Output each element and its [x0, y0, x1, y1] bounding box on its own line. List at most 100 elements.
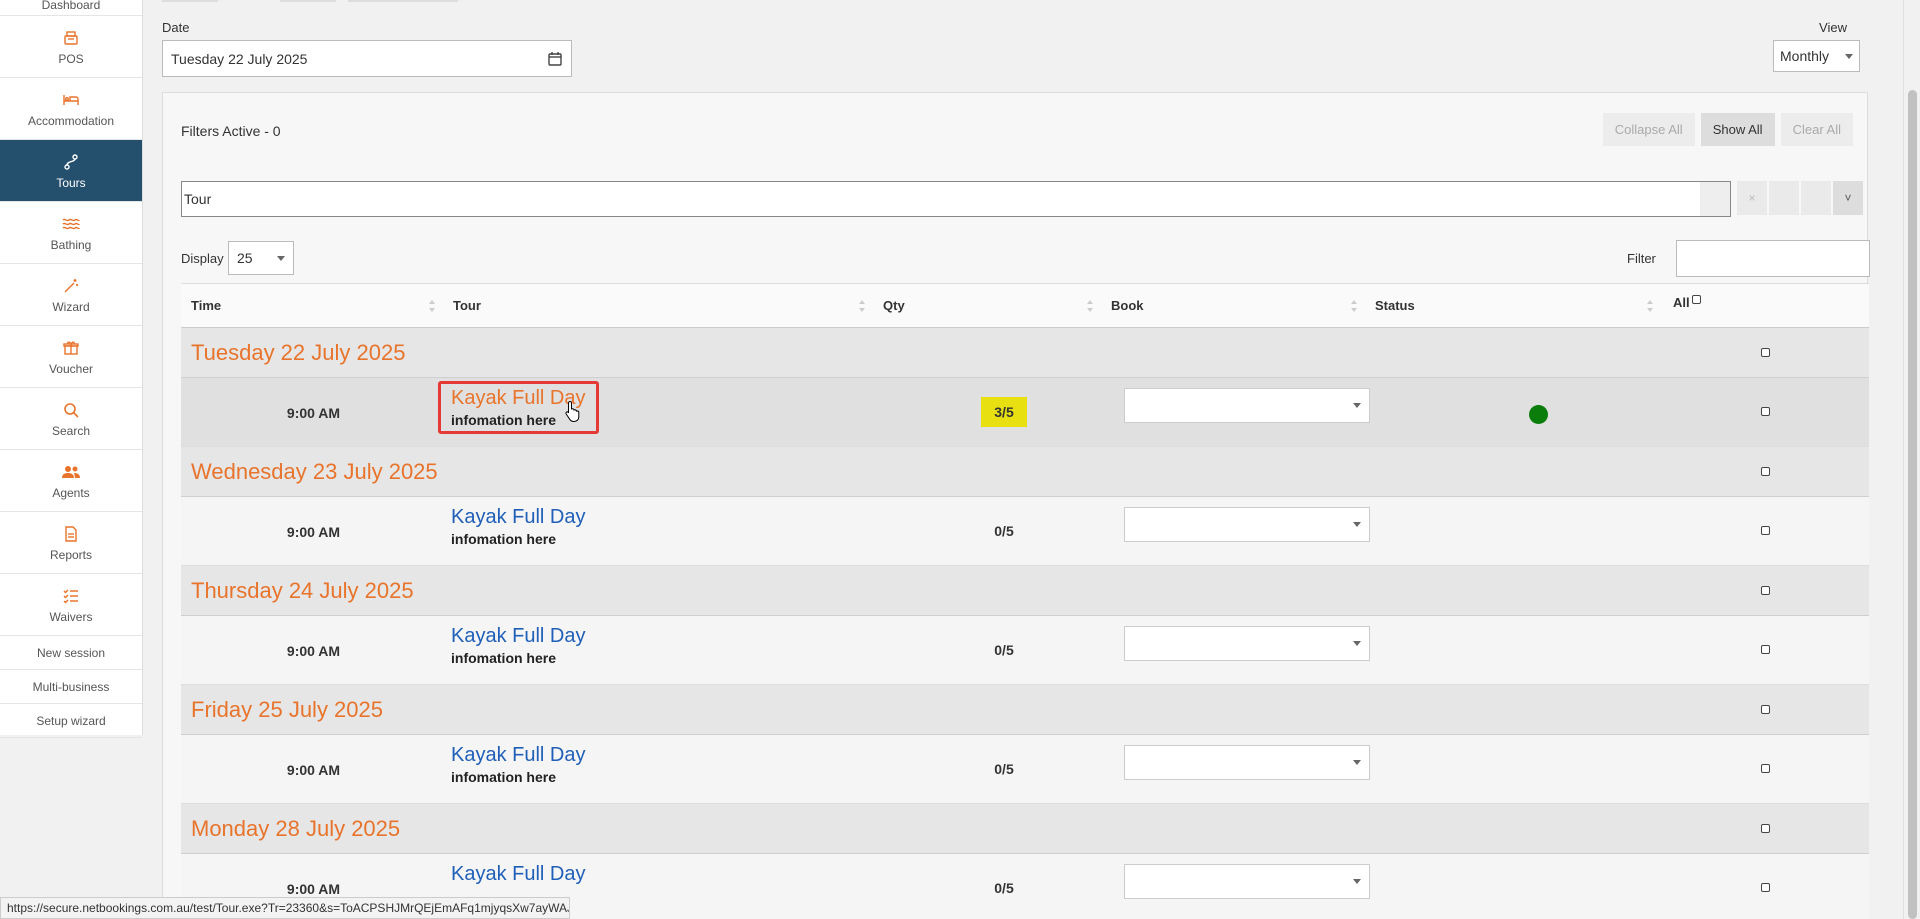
sort-icon: [429, 300, 435, 312]
date-group-row: Tuesday 22 July 2025: [181, 328, 1869, 378]
sidebar-item-bathing[interactable]: Bathing: [0, 202, 142, 264]
sidebar-item-label: POS: [58, 51, 84, 66]
tour-name[interactable]: Kayak Full Day: [451, 506, 586, 529]
date-group-row: Monday 28 July 2025: [181, 804, 1869, 854]
sidebar-item-agents[interactable]: Agents: [0, 450, 142, 512]
report-icon: [61, 524, 81, 544]
column-header-time[interactable]: Time: [181, 284, 443, 327]
magic-wand-icon: [61, 276, 81, 296]
row-checkbox[interactable]: [1761, 764, 1770, 773]
search-icon: [61, 400, 81, 420]
filter-input[interactable]: [1676, 240, 1870, 277]
sidebar-item-label: Search: [51, 423, 91, 438]
main-content: Date Tuesday 22 July 2025 View Monthly F…: [162, 0, 1887, 919]
search-input-segment: [1700, 182, 1730, 216]
row-checkbox[interactable]: [1761, 645, 1770, 654]
tour-name[interactable]: Kayak Full Day: [451, 744, 586, 767]
book-select[interactable]: [1124, 864, 1370, 899]
book-select[interactable]: [1124, 626, 1370, 661]
table-row: 9:00 AM Kayak Full Day infomation here 0…: [181, 735, 1869, 804]
show-all-button[interactable]: Show All: [1700, 113, 1775, 146]
book-select[interactable]: [1124, 745, 1370, 780]
column-header-label: Time: [191, 298, 222, 313]
select-all-checkbox[interactable]: [1691, 295, 1701, 304]
column-header-qty[interactable]: Qty: [873, 284, 1101, 327]
scrollbar-thumb[interactable]: [1908, 90, 1917, 919]
sidebar-item-pos[interactable]: POS: [0, 16, 142, 78]
search-tool-button[interactable]: [1801, 181, 1831, 215]
sidebar-item-waivers[interactable]: Waivers: [0, 574, 142, 636]
row-checkbox[interactable]: [1761, 883, 1770, 892]
column-header-tour[interactable]: Tour: [443, 284, 873, 327]
table-header: Time Tour Qty Book Status All: [181, 283, 1869, 328]
filter-label: Filter: [1627, 251, 1656, 266]
sidebar-item-wizard[interactable]: Wizard: [0, 264, 142, 326]
water-icon: [61, 214, 81, 234]
tour-search-input[interactable]: Tour: [181, 181, 1731, 217]
chevron-down-icon: [1353, 879, 1361, 884]
chevron-down-icon: [1353, 403, 1361, 408]
users-icon: [61, 462, 81, 482]
chevron-down-icon: [1845, 53, 1853, 59]
chevron-down-icon: [1353, 760, 1361, 765]
sidebar-item-dashboard[interactable]: Dashboard: [0, 0, 142, 16]
group-checkbox[interactable]: [1761, 348, 1770, 357]
date-group-title: Thursday 24 July 2025: [191, 577, 414, 603]
row-checkbox[interactable]: [1761, 526, 1770, 535]
gift-icon: [61, 338, 81, 358]
search-dropdown-button[interactable]: ˅: [1833, 181, 1863, 215]
column-header-status[interactable]: Status: [1365, 284, 1661, 327]
display-value: 25: [237, 250, 253, 266]
date-label: Date: [162, 20, 190, 35]
group-checkbox[interactable]: [1761, 586, 1770, 595]
sidebar-item-reports[interactable]: Reports: [0, 512, 142, 574]
sidebar-item-accommodation[interactable]: Accommodation: [0, 78, 142, 140]
mouse-pointer-icon: [565, 400, 581, 422]
calendar-icon[interactable]: [547, 51, 563, 67]
view-select[interactable]: Monthly: [1773, 40, 1860, 72]
top-tab-fragment: [280, 0, 336, 2]
row-checkbox[interactable]: [1761, 407, 1770, 416]
date-group-row: Wednesday 23 July 2025: [181, 447, 1869, 497]
group-checkbox[interactable]: [1761, 705, 1770, 714]
tour-link[interactable]: Kayak Full Day infomation here: [441, 622, 596, 669]
sidebar-item-search[interactable]: Search: [0, 388, 142, 450]
tour-time: 9:00 AM: [286, 643, 341, 659]
sidebar-link-multi-business[interactable]: Multi-business: [0, 670, 142, 704]
clear-search-button[interactable]: ×: [1737, 181, 1767, 215]
column-header-label: Tour: [453, 298, 481, 313]
status-indicator: [1529, 405, 1548, 424]
collapse-all-button[interactable]: Collapse All: [1602, 113, 1695, 146]
tour-link[interactable]: Kayak Full Day infomation here: [441, 741, 596, 788]
sidebar-item-label: Agents: [52, 485, 90, 500]
search-tools: × ˅: [1737, 181, 1863, 215]
search-tool-button[interactable]: [1769, 181, 1799, 215]
group-checkbox[interactable]: [1761, 824, 1770, 833]
date-group-row: Friday 25 July 2025: [181, 685, 1869, 735]
tour-name[interactable]: Kayak Full Day: [451, 625, 586, 648]
date-value: Tuesday 22 July 2025: [171, 50, 308, 67]
vertical-scrollbar[interactable]: [1903, 0, 1920, 919]
display-count-select[interactable]: 25: [228, 241, 294, 275]
date-picker-input[interactable]: Tuesday 22 July 2025: [162, 40, 572, 77]
book-select[interactable]: [1124, 507, 1370, 542]
chevron-down-icon: [1353, 641, 1361, 646]
route-icon: [61, 152, 81, 172]
group-checkbox[interactable]: [1761, 467, 1770, 476]
column-header-book[interactable]: Book: [1101, 284, 1365, 327]
column-header-all: All: [1661, 284, 1811, 327]
tours-table: Time Tour Qty Book Status All Tuesday 22…: [181, 283, 1869, 919]
sidebar-link-new-session[interactable]: New session: [0, 636, 142, 670]
sidebar-item-voucher[interactable]: Voucher: [0, 326, 142, 388]
sort-icon: [1087, 300, 1093, 312]
tour-link[interactable]: Kayak Full Day infomation here: [441, 503, 596, 550]
sidebar-item-tours[interactable]: Tours: [0, 140, 142, 202]
sidebar-link-setup-wizard[interactable]: Setup wizard: [0, 704, 142, 738]
tour-info: infomation here: [451, 650, 557, 666]
tour-name[interactable]: Kayak Full Day: [451, 863, 586, 886]
tour-link[interactable]: Kayak Full Day: [441, 860, 596, 891]
bed-icon: [61, 90, 81, 110]
sidebar-item-label: Voucher: [48, 361, 94, 376]
book-select[interactable]: [1124, 388, 1370, 423]
clear-all-button[interactable]: Clear All: [1780, 113, 1853, 146]
